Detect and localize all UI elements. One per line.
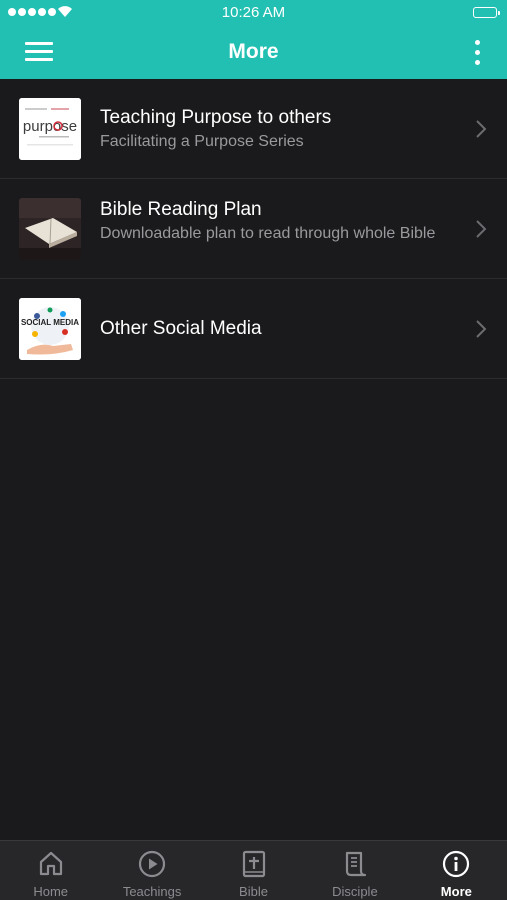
- list-item-bible-reading-plan[interactable]: Bible Reading Plan Downloadable plan to …: [0, 179, 507, 279]
- tab-disciple[interactable]: Disciple: [304, 841, 405, 900]
- play-circle-icon: [139, 850, 166, 878]
- social-media-thumbnail: SOCIAL MEDIA: [19, 298, 81, 360]
- home-icon: [39, 851, 62, 876]
- purpose-thumbnail: purpose: [19, 98, 81, 160]
- tab-label: Home: [33, 884, 69, 899]
- list-item-teaching-purpose[interactable]: purpose Teaching Purpose to others Facil…: [0, 79, 507, 179]
- list-item-title: Teaching Purpose to others: [100, 107, 332, 128]
- tab-label: Teachings: [122, 884, 182, 899]
- status-bar: 10:26 AM: [0, 0, 507, 26]
- list-item-subtitle: Facilitating a Purpose Series: [100, 133, 304, 150]
- tab-label: More: [440, 884, 472, 899]
- list-item-other-social-media[interactable]: SOCIAL MEDIA Other Social Media: [0, 279, 507, 379]
- purpose-logo-text: purpose: [23, 118, 77, 135]
- list-item-title: Other Social Media: [100, 318, 262, 339]
- bible-photo-thumbnail: [19, 198, 81, 260]
- tab-label: Disciple: [332, 884, 378, 899]
- tab-home[interactable]: Home: [0, 841, 101, 900]
- status-time: 10:26 AM: [221, 4, 286, 21]
- overflow-menu-icon[interactable]: [475, 40, 481, 66]
- bottom-tab-bar: Home Teachings Bible Disciple More: [0, 840, 507, 900]
- battery-icon: [473, 7, 500, 18]
- page-title: More: [228, 40, 279, 63]
- chevron-right-icon: [476, 220, 487, 238]
- bible-icon: [242, 850, 265, 878]
- tab-more[interactable]: More: [406, 841, 507, 900]
- tab-label: Bible: [239, 884, 268, 899]
- chevron-right-icon: [476, 320, 487, 338]
- info-icon: [443, 850, 470, 878]
- social-media-logo-text: SOCIAL MEDIA: [21, 318, 79, 327]
- list-item-title: Bible Reading Plan: [100, 199, 262, 220]
- app-header: 10:26 AM More: [0, 0, 507, 79]
- chevron-right-icon: [476, 120, 487, 138]
- more-list: purpose Teaching Purpose to others Facil…: [0, 79, 507, 379]
- list-item-subtitle: Downloadable plan to read through whole …: [100, 225, 436, 242]
- scroll-icon: [345, 851, 367, 877]
- tab-bible[interactable]: Bible: [203, 841, 304, 900]
- tab-teachings[interactable]: Teachings: [101, 841, 202, 900]
